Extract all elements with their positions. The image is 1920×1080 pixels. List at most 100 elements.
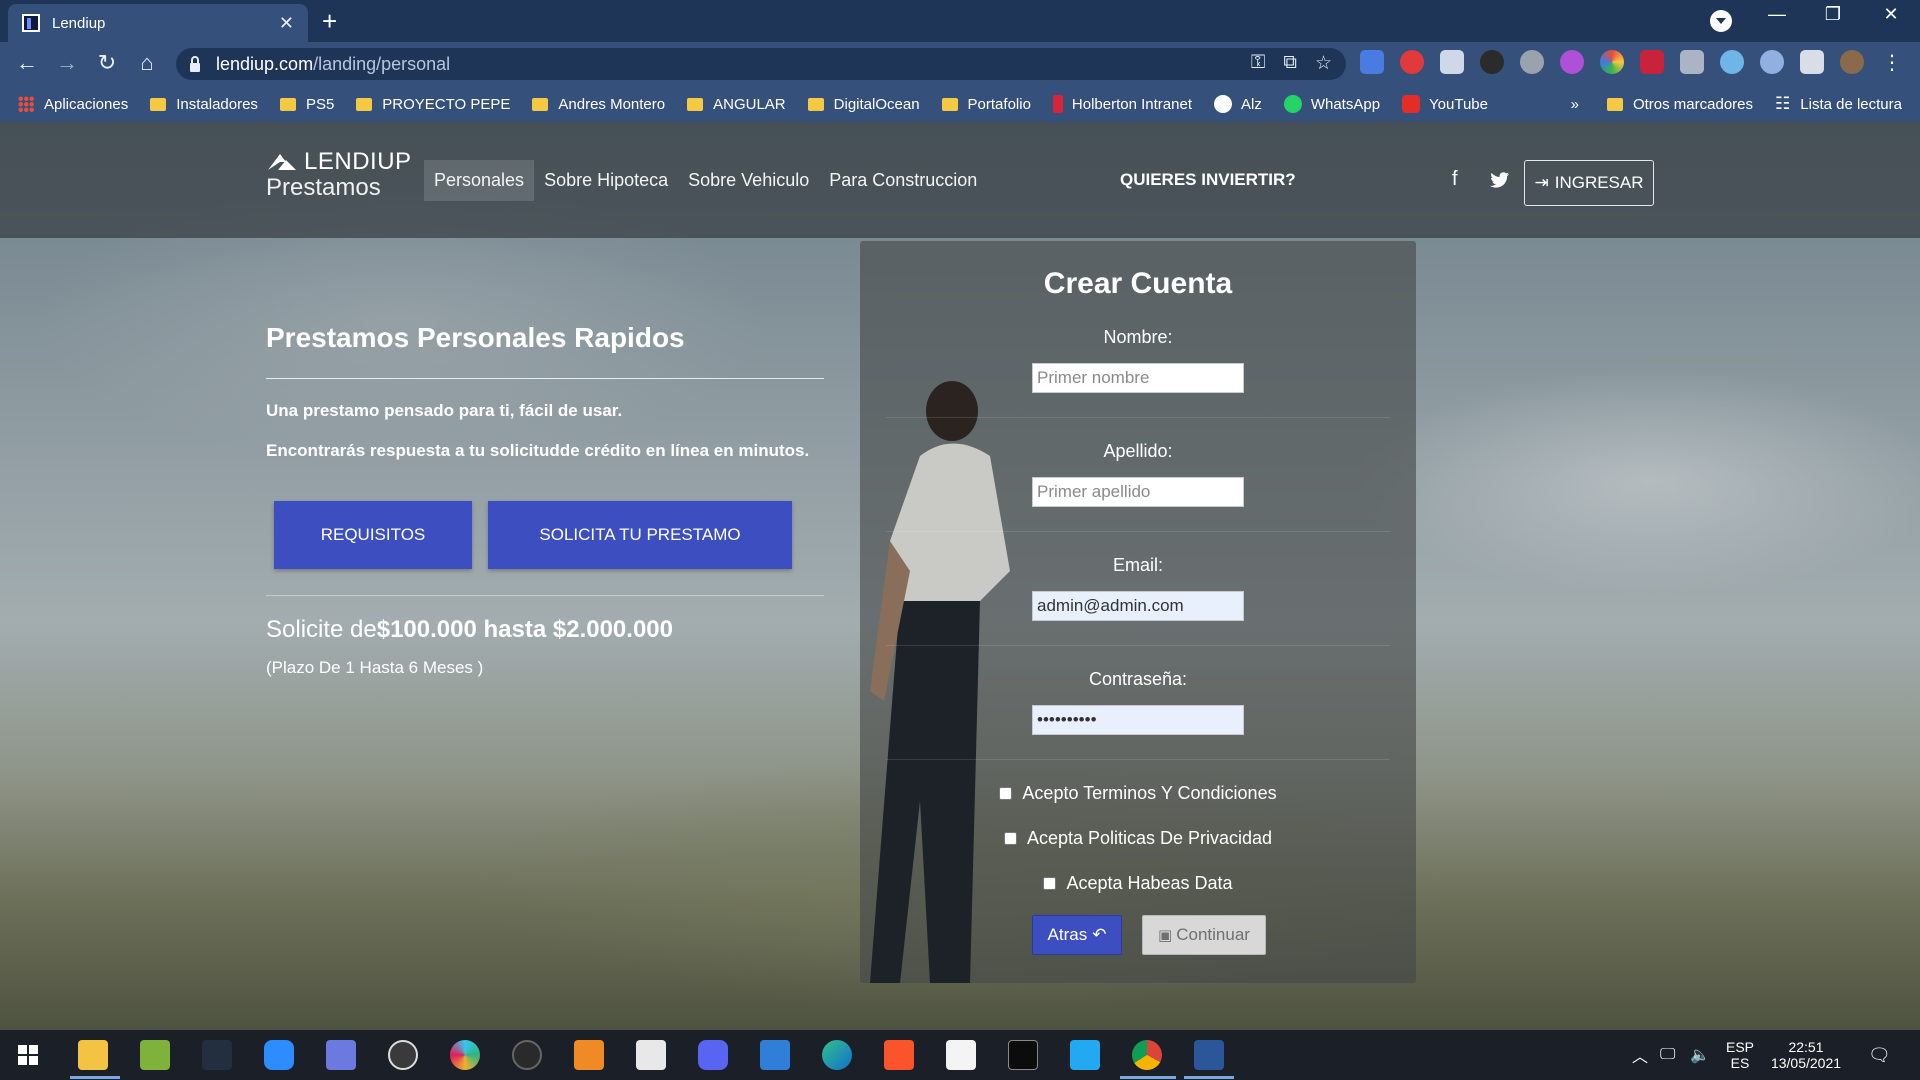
bookmarks-overflow-button[interactable]: » bbox=[1571, 96, 1579, 113]
bookmark-alz[interactable]: Alz bbox=[1214, 95, 1262, 113]
bookmark-proyecto-pepe[interactable]: PROYECTO PEPE bbox=[356, 96, 510, 113]
privacy-checkbox[interactable] bbox=[1003, 832, 1017, 845]
sign-in-icon: ⇥ bbox=[1534, 173, 1549, 192]
close-window-button[interactable]: ✕ bbox=[1868, 4, 1914, 25]
bookmark-youtube[interactable]: YouTube bbox=[1402, 95, 1488, 113]
invest-link[interactable]: QUIERES INVIERTIR? bbox=[1120, 170, 1296, 190]
first-name-field[interactable] bbox=[1032, 363, 1244, 393]
chrome-icon[interactable] bbox=[1132, 1040, 1162, 1070]
bookmark-ps5[interactable]: PS5 bbox=[279, 96, 334, 113]
bookmark-portafolio[interactable]: Portafolio bbox=[941, 96, 1031, 113]
home-icon[interactable]: ⌂ bbox=[132, 50, 162, 76]
bookmark-andres-montero[interactable]: Andres Montero bbox=[532, 96, 665, 113]
minimize-button[interactable]: — bbox=[1754, 4, 1800, 25]
last-name-field[interactable] bbox=[1032, 477, 1244, 507]
password-field[interactable] bbox=[1032, 705, 1244, 735]
nav-personales[interactable]: Personales bbox=[424, 160, 535, 201]
back-icon[interactable]: ← bbox=[12, 50, 42, 76]
circle-app-icon[interactable] bbox=[512, 1040, 542, 1070]
brave-icon[interactable] bbox=[884, 1040, 914, 1070]
bookmark-instaladores[interactable]: Instaladores bbox=[150, 96, 258, 113]
brand-logo[interactable]: LENDIUP Prestamos bbox=[266, 148, 412, 202]
close-tab-icon[interactable]: ✕ bbox=[279, 13, 294, 34]
restore-button[interactable]: ❐ bbox=[1810, 4, 1856, 25]
slack-icon[interactable] bbox=[450, 1040, 480, 1070]
translate-icon[interactable]: ⧉ bbox=[1283, 52, 1297, 75]
language-indicator[interactable]: ESP ES bbox=[1726, 1030, 1754, 1080]
bookmark-otros-marcadores[interactable]: Otros marcadores bbox=[1606, 96, 1753, 113]
word-icon[interactable] bbox=[1194, 1040, 1224, 1070]
bookmark-holberton-intranet[interactable]: Holberton Intranet bbox=[1052, 95, 1192, 113]
bookmark-angular[interactable]: ANGULAR bbox=[687, 96, 786, 113]
habeas-data-checkbox-row[interactable]: Acepta Habeas Data bbox=[860, 873, 1416, 894]
profile-avatar[interactable] bbox=[1840, 50, 1864, 74]
terms-checkbox[interactable] bbox=[999, 787, 1013, 800]
nav-para-construccion[interactable]: Para Construccion bbox=[819, 160, 987, 201]
notifications-icon[interactable]: 🗨 bbox=[1868, 1030, 1891, 1080]
purple-extension-icon[interactable] bbox=[1560, 50, 1584, 74]
lock-icon[interactable] bbox=[190, 55, 200, 72]
address-bar[interactable]: lendiup.com/landing/personal ⚿ ⧉ ☆ bbox=[176, 48, 1346, 80]
vmware-icon[interactable] bbox=[574, 1040, 604, 1070]
brand-subtitle: Prestamos bbox=[266, 174, 381, 201]
edge-icon[interactable] bbox=[822, 1040, 852, 1070]
password-key-icon[interactable]: ⚿ bbox=[1251, 52, 1265, 75]
folder-icon bbox=[1606, 97, 1623, 111]
apply-loan-button[interactable]: SOLICITA TU PRESTAMO bbox=[488, 501, 792, 569]
reading-list-button[interactable]: ☷ Lista de lectura bbox=[1775, 94, 1902, 114]
bookmark-star-icon[interactable]: ☆ bbox=[1315, 52, 1332, 75]
zoom-icon[interactable] bbox=[264, 1040, 294, 1070]
habeas-data-checkbox[interactable] bbox=[1043, 877, 1057, 890]
folder-icon bbox=[807, 97, 824, 111]
continue-button[interactable]: ▣ Continuar bbox=[1142, 915, 1266, 955]
reload-icon[interactable]: ↻ bbox=[92, 50, 122, 76]
camera-extension-icon[interactable] bbox=[1680, 50, 1704, 74]
facebook-icon[interactable]: f bbox=[1452, 168, 1458, 191]
bookmark-whatsapp[interactable]: WhatsApp bbox=[1283, 95, 1380, 113]
color-picker-extension-icon[interactable] bbox=[1600, 50, 1624, 74]
red-extension-icon[interactable] bbox=[1400, 50, 1424, 74]
login-button[interactable]: ⇥ INGRESAR bbox=[1524, 160, 1654, 206]
terminal-icon[interactable] bbox=[1008, 1040, 1038, 1070]
vscode-icon[interactable] bbox=[1070, 1040, 1100, 1070]
react-extension-icon[interactable] bbox=[1720, 50, 1744, 74]
puzzle-extensions-icon[interactable] bbox=[1800, 50, 1824, 74]
privacy-checkbox-row[interactable]: Acepta Politicas De Privacidad bbox=[860, 828, 1416, 849]
email-field[interactable] bbox=[1032, 591, 1244, 621]
new-tab-button[interactable]: + bbox=[322, 6, 337, 37]
nav-sobre-hipoteca[interactable]: Sobre Hipoteca bbox=[534, 160, 678, 201]
volume-icon[interactable]: 🔈 bbox=[1690, 1030, 1710, 1080]
bookmark-digitalocean[interactable]: DigitalOcean bbox=[807, 96, 920, 113]
game-controller-icon[interactable] bbox=[326, 1040, 356, 1070]
mail-icon[interactable] bbox=[760, 1040, 790, 1070]
back-button[interactable]: Atras ↶ bbox=[1032, 915, 1122, 955]
network-icon[interactable]: 🖵 bbox=[1660, 1030, 1675, 1080]
mongodb-compass-icon[interactable] bbox=[946, 1040, 976, 1070]
wheel-extension-icon[interactable] bbox=[1520, 50, 1544, 74]
file-explorer-icon[interactable] bbox=[78, 1040, 108, 1070]
microsoft-store-icon[interactable] bbox=[636, 1040, 666, 1070]
clock[interactable]: 22:51 13/05/2021 bbox=[1766, 1030, 1846, 1080]
terms-checkbox-row[interactable]: Acepto Terminos Y Condiciones bbox=[860, 783, 1416, 804]
menu-dots-icon[interactable]: ⋮ bbox=[1880, 50, 1904, 74]
browser-tab[interactable]: Lendiup ✕ bbox=[8, 4, 308, 42]
twitter-icon[interactable] bbox=[1490, 172, 1510, 188]
lambda-app-icon[interactable] bbox=[140, 1040, 170, 1070]
dark-extension-icon[interactable] bbox=[1480, 50, 1504, 74]
prime-video-icon[interactable] bbox=[202, 1040, 232, 1070]
google-translate-extension-icon[interactable] bbox=[1360, 50, 1384, 74]
privacy-label: Acepta Politicas De Privacidad bbox=[1026, 828, 1273, 848]
tab-search-icon[interactable] bbox=[1710, 10, 1732, 32]
undo-icon: ↶ bbox=[1092, 925, 1107, 944]
windows-start-icon[interactable] bbox=[18, 1045, 38, 1065]
nav-sobre-vehiculo[interactable]: Sobre Vehiculo bbox=[678, 160, 819, 201]
doc-extension-icon[interactable] bbox=[1440, 50, 1464, 74]
tray-chevron-icon[interactable]: ︿ bbox=[1632, 1030, 1648, 1080]
vm-extension-icon[interactable] bbox=[1640, 50, 1664, 74]
discord-icon[interactable] bbox=[698, 1040, 728, 1070]
bookmark-aplicaciones[interactable]: Aplicaciones bbox=[18, 96, 128, 113]
target-extension-icon[interactable] bbox=[1760, 50, 1784, 74]
forward-icon[interactable]: → bbox=[52, 50, 82, 76]
requirements-button[interactable]: REQUISITOS bbox=[274, 501, 472, 569]
obs-icon[interactable] bbox=[388, 1040, 418, 1070]
